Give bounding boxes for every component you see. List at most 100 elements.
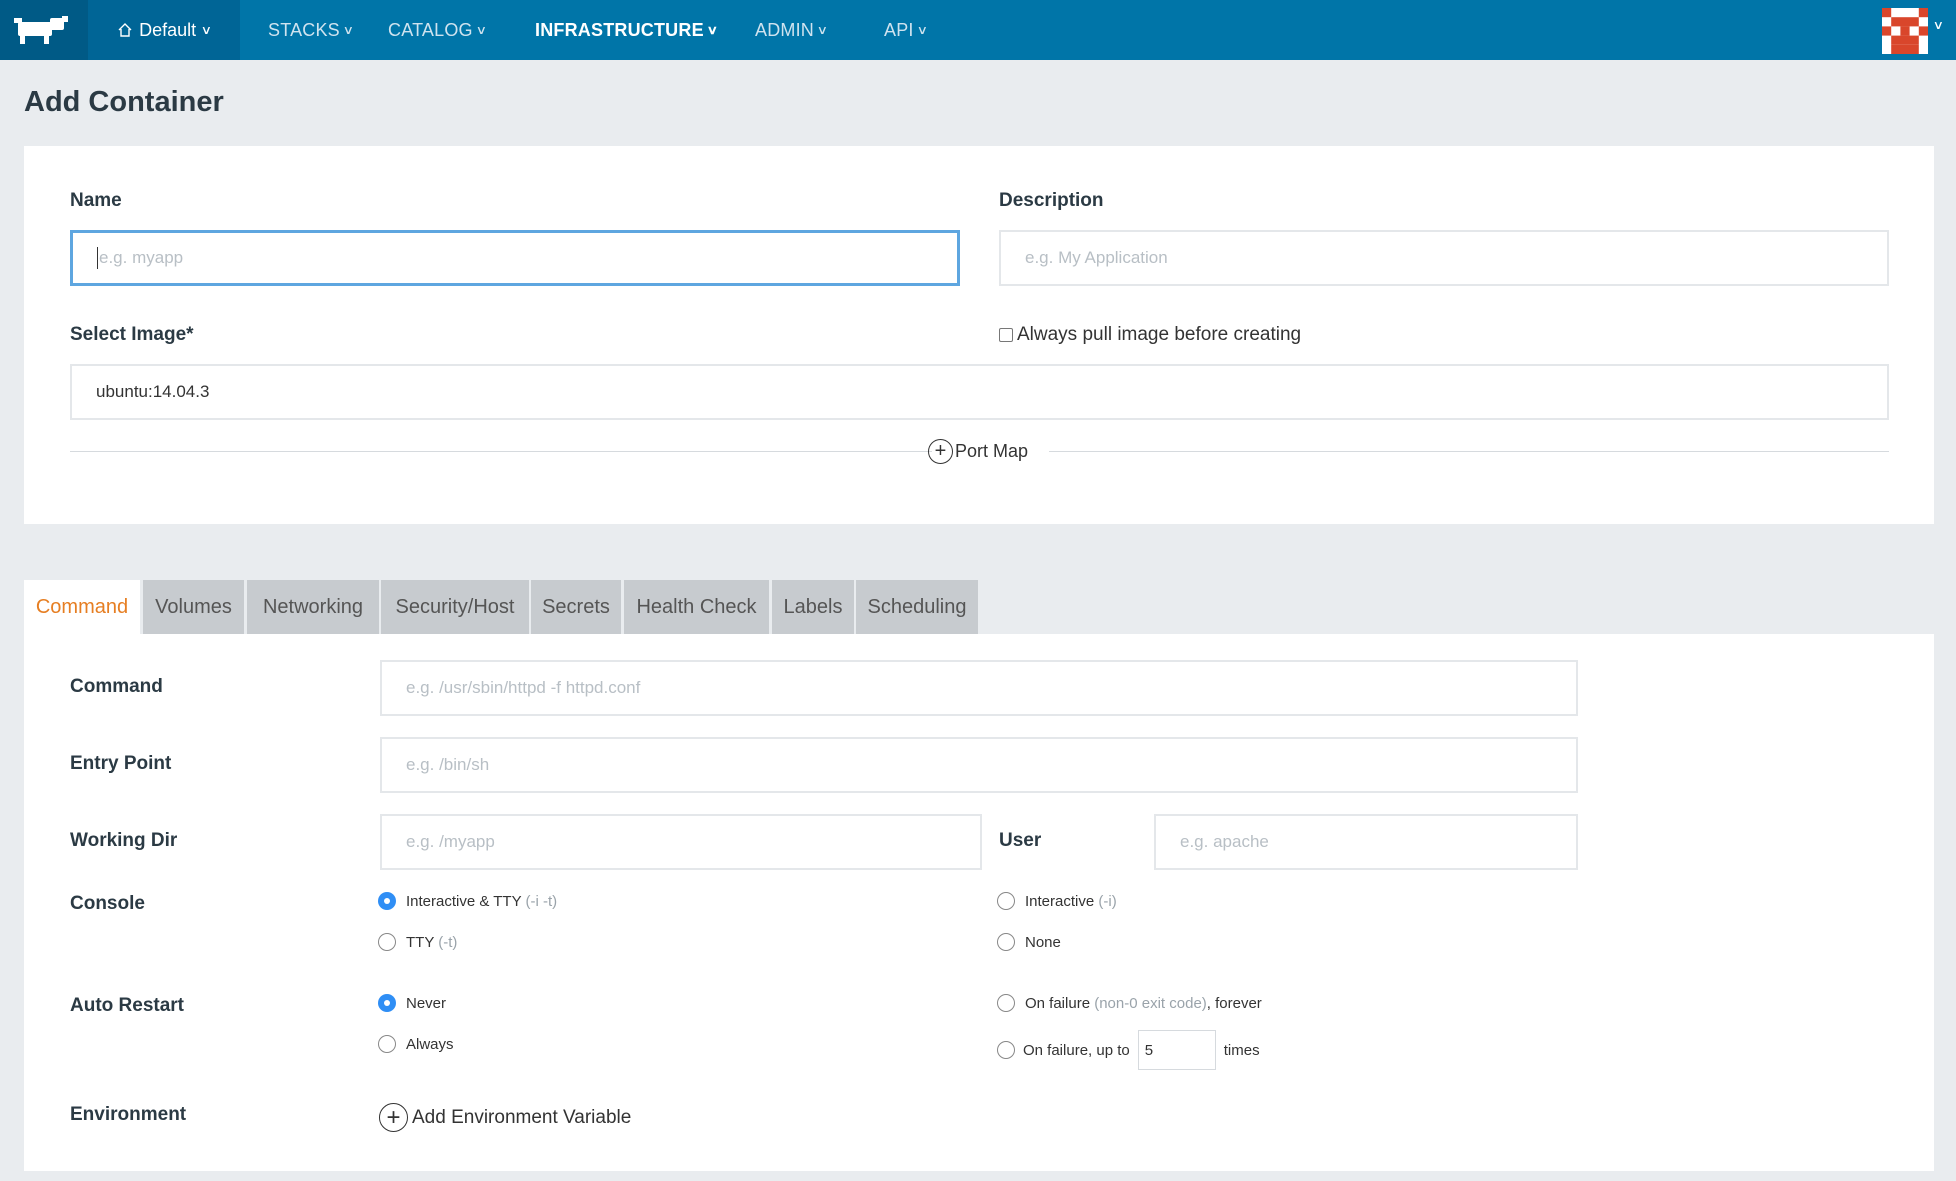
checkbox-box[interactable] [999,328,1013,342]
option-hint: (-i -t) [525,892,558,910]
cow-logo-icon [14,16,68,44]
restart-option-on-failure-up-to[interactable]: On failure, up to 5 times [997,1030,1260,1070]
option-label: On failure [1025,994,1091,1012]
page-title: Add Container [24,86,224,118]
name-input[interactable]: e.g. myapp [70,230,960,286]
tab-health-check-label: Health Check [636,595,757,618]
image-input[interactable]: ubuntu:14.04.3 [70,364,1889,420]
radio-unselected[interactable] [997,933,1015,951]
text-caret [97,247,98,269]
restart-option-on-failure-forever[interactable]: On failure (non-0 exit code), forever [997,994,1262,1012]
add-environment-variable-button[interactable]: + Add Environment Variable [379,1103,631,1132]
rancher-logo[interactable] [0,0,88,60]
option-label: TTY [406,933,435,951]
restart-option-always[interactable]: Always [378,1035,454,1053]
divider-right [1049,451,1889,452]
container-basics-card: Name e.g. myapp Description e.g. My Appl… [24,146,1934,524]
tab-command[interactable]: Command [24,580,140,634]
working-dir-input[interactable]: e.g. /myapp [380,814,982,870]
radio-selected[interactable] [378,892,396,910]
divider-left [70,451,932,452]
nav-catalog-label: CATALOG [388,19,473,40]
option-hint: (-t) [438,933,458,951]
option-label: Always [406,1035,454,1053]
plus-circle-icon: + [928,439,953,464]
option-suffix: times [1223,1041,1260,1059]
environment-switcher[interactable]: Default ∨ [88,0,240,60]
tab-networking[interactable]: Networking [247,580,379,634]
nav-admin[interactable]: ADMIN ∨ [755,0,829,60]
nav-api[interactable]: API ∨ [884,0,928,60]
nav-infrastructure-label: INFRASTRUCTURE [535,19,704,40]
tab-volumes[interactable]: Volumes [143,580,244,634]
chevron-down-icon: ∨ [706,23,719,37]
chevron-down-icon: ∨ [816,23,829,37]
radio-unselected[interactable] [997,994,1015,1012]
add-port-map-button[interactable]: + Port Map [928,439,1028,464]
tab-security-host[interactable]: Security/Host [381,580,529,634]
description-label: Description [999,190,1104,211]
max-retries-input[interactable]: 5 [1137,1030,1216,1070]
radio-unselected[interactable] [378,1035,396,1053]
entry-point-label: Entry Point [70,753,172,774]
home-icon [118,23,132,37]
option-suffix: , forever [1206,994,1262,1012]
tab-scheduling-label: Scheduling [867,595,967,618]
nav-stacks[interactable]: STACKS ∨ [268,0,355,60]
tab-scheduling[interactable]: Scheduling [856,580,978,634]
avatar-identicon-icon [1882,8,1928,54]
nav-admin-label: ADMIN [755,19,814,40]
option-label: Never [406,994,447,1012]
add-environment-variable-label: Add Environment Variable [412,1106,632,1128]
option-label: On failure, up to [1023,1041,1130,1059]
environment-label: Environment [70,1104,187,1125]
user-input[interactable]: e.g. apache [1154,814,1578,870]
console-option-interactive-tty[interactable]: Interactive & TTY (-i -t) [378,892,557,910]
radio-unselected[interactable] [997,1041,1015,1059]
chevron-down-icon: ∨ [342,23,355,37]
chevron-down-icon: ∨ [916,23,928,37]
name-label: Name [70,190,122,211]
auto-restart-label: Auto Restart [70,995,185,1016]
tab-command-label: Command [35,595,129,618]
nav-catalog[interactable]: CATALOG ∨ [388,0,488,60]
tab-labels-label: Labels [783,595,843,618]
always-pull-checkbox[interactable]: Always pull image before creating [999,324,1301,346]
description-placeholder: e.g. My Application [1025,248,1168,267]
command-input[interactable]: e.g. /usr/sbin/httpd -f httpd.conf [380,660,1578,716]
tab-security-host-label: Security/Host [395,595,515,618]
option-label: Interactive & TTY [406,892,522,910]
nav-stacks-label: STACKS [268,19,340,40]
description-input[interactable]: e.g. My Application [999,230,1889,286]
radio-unselected[interactable] [997,892,1015,910]
restart-option-never[interactable]: Never [378,994,446,1012]
command-label: Command [70,676,163,697]
working-dir-placeholder: e.g. /myapp [406,832,495,851]
option-hint: (non-0 exit code) [1094,994,1207,1012]
chevron-down-icon: ∨ [200,23,213,37]
console-option-none[interactable]: None [997,933,1061,951]
top-nav: Default ∨ STACKS ∨ CATALOG ∨ INFRASTRUCT… [0,0,1956,60]
always-pull-label: Always pull image before creating [1017,324,1302,345]
console-option-tty[interactable]: TTY (-t) [378,933,457,951]
nav-infrastructure[interactable]: INFRASTRUCTURE ∨ [535,0,719,60]
chevron-down-icon[interactable]: ∨ [1933,18,1944,32]
tab-health-check[interactable]: Health Check [624,580,769,634]
radio-unselected[interactable] [378,933,396,951]
radio-selected[interactable] [378,994,396,1012]
user-label: User [999,830,1042,851]
option-hint: (-i) [1098,892,1117,910]
tab-labels[interactable]: Labels [772,580,854,634]
command-tab-panel: Command e.g. /usr/sbin/httpd -f httpd.co… [24,634,1934,1171]
user-placeholder: e.g. apache [1180,832,1269,851]
console-option-interactive[interactable]: Interactive (-i) [997,892,1117,910]
entry-point-input[interactable]: e.g. /bin/sh [380,737,1578,793]
name-placeholder: e.g. myapp [99,248,184,267]
working-dir-label: Working Dir [70,830,178,851]
entry-point-placeholder: e.g. /bin/sh [406,755,490,774]
tab-secrets[interactable]: Secrets [531,580,621,634]
port-map-label: Port Map [955,441,1029,461]
user-avatar[interactable] [1882,8,1928,54]
command-placeholder: e.g. /usr/sbin/httpd -f httpd.conf [406,678,641,697]
chevron-down-icon: ∨ [475,23,488,37]
